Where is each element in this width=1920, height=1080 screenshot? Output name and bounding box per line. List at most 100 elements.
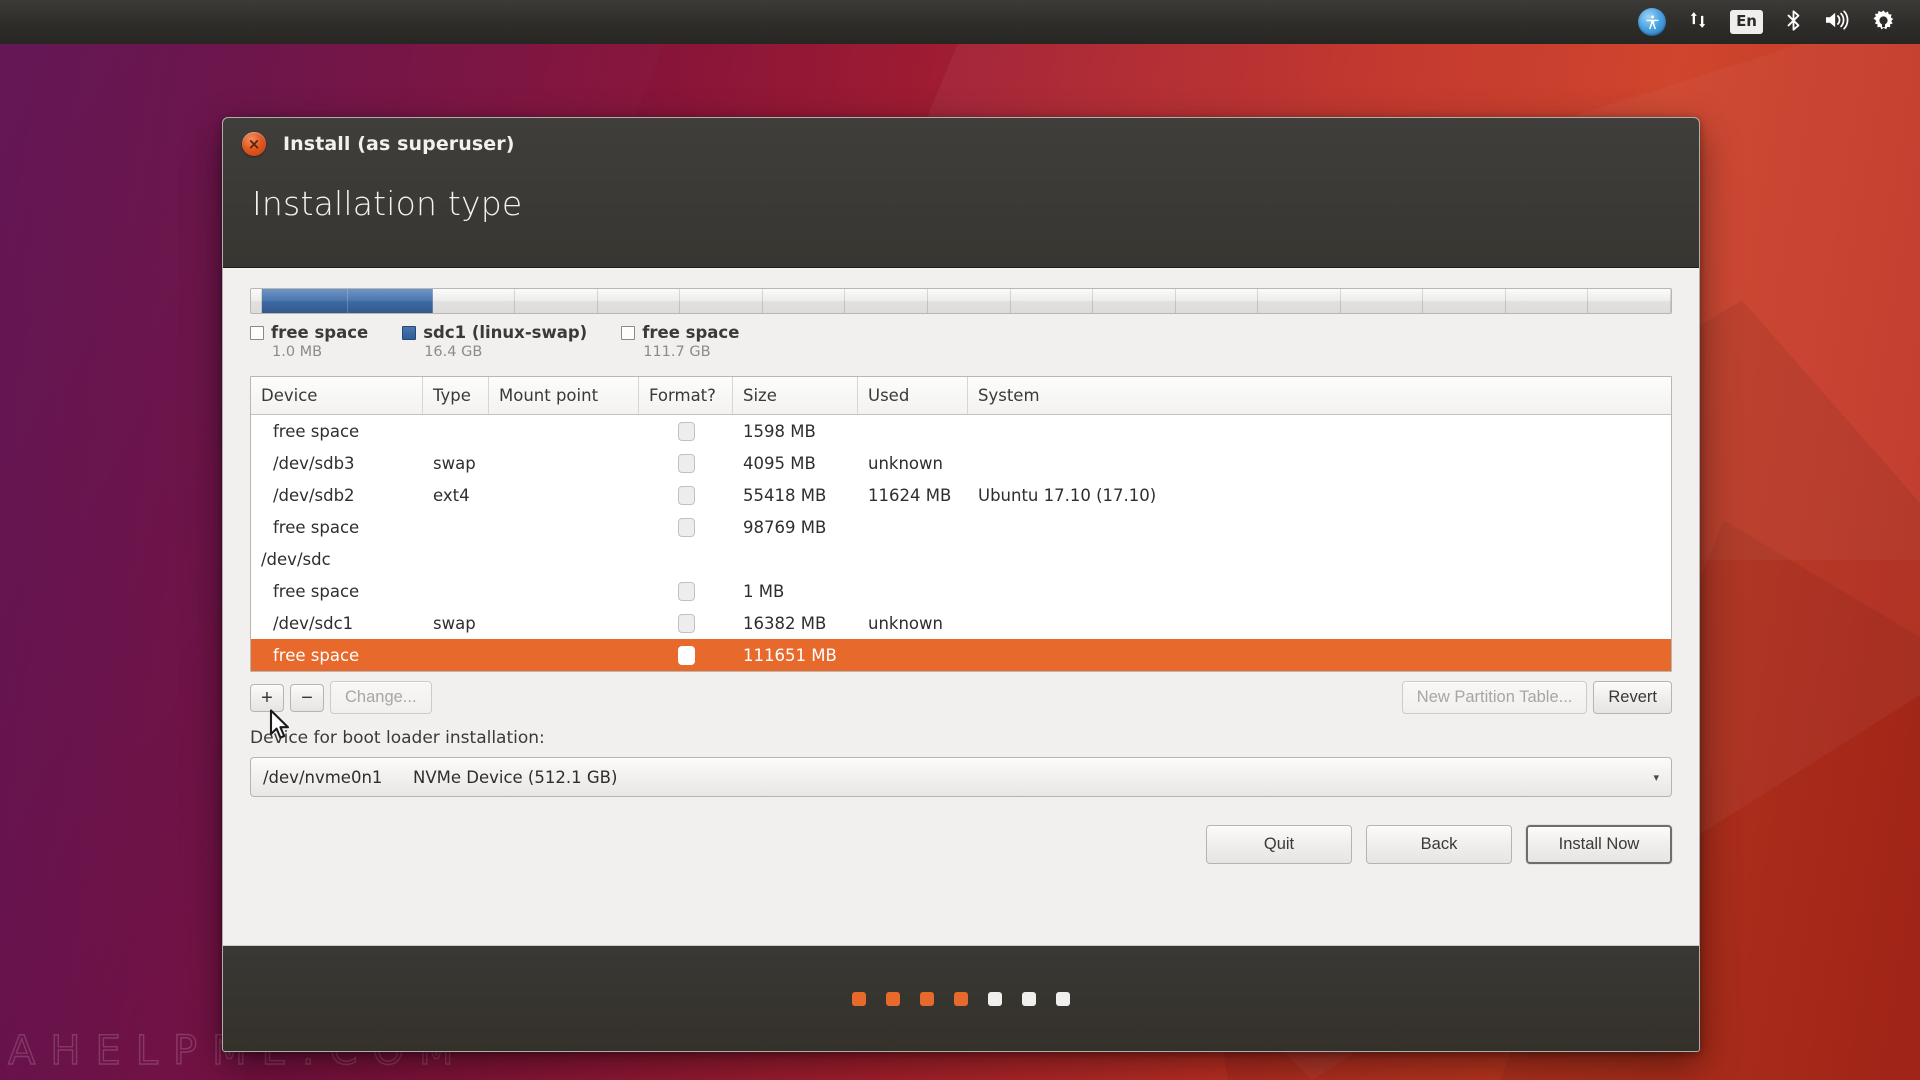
format-checkbox-cell	[639, 543, 733, 575]
progress-dot	[988, 991, 1002, 1006]
format-checkbox[interactable]	[677, 581, 695, 601]
action-row: Quit Back Install Now	[250, 825, 1672, 864]
partition-bar-tick	[348, 289, 433, 313]
partition-table: Device Type Mount point Format? Size Use…	[250, 376, 1672, 672]
progress-dot	[954, 991, 968, 1006]
cell-device: /dev/sdb3	[273, 453, 355, 473]
bootloader-device-select[interactable]: /dev/nvme0n1 NVMe Device (512.1 GB) ▾	[250, 757, 1672, 797]
cell-size: 1598 MB	[743, 421, 816, 441]
cell-type	[423, 575, 489, 607]
desktop: AHELPME.COM En	[0, 0, 1920, 1080]
bootloader-device-path: /dev/nvme0n1	[263, 767, 383, 787]
cell-system	[968, 511, 1671, 543]
gear-icon	[1872, 9, 1895, 36]
cell-size: 55418 MB	[743, 485, 827, 505]
window-footer	[223, 946, 1699, 1051]
partition-bar-tick	[1423, 289, 1506, 313]
format-checkbox-cell	[639, 511, 733, 543]
cell-mount	[489, 415, 639, 447]
format-checkbox-cell	[639, 415, 733, 447]
system-settings-indicator[interactable]	[1861, 0, 1906, 44]
partition-legend-label: sdc1 (linux-swap)	[423, 323, 588, 342]
partition-bar-tick	[515, 289, 598, 313]
cell-system	[968, 415, 1671, 447]
revert-button[interactable]: Revert	[1593, 681, 1672, 714]
install-now-button[interactable]: Install Now	[1526, 825, 1672, 864]
cell-used	[858, 575, 968, 607]
table-row[interactable]: free space 98769 MB	[251, 511, 1671, 543]
partition-legend-label: free space	[642, 323, 740, 342]
cell-size: 1 MB	[743, 581, 785, 601]
table-row[interactable]: /dev/sdb3 swap 4095 MB unknown	[251, 447, 1671, 479]
close-icon[interactable]: ×	[242, 132, 266, 156]
table-row[interactable]: free space 1598 MB	[251, 415, 1671, 447]
cell-used	[858, 639, 968, 671]
back-button[interactable]: Back	[1366, 825, 1512, 864]
cell-mount	[489, 543, 639, 575]
partition-bar-tick	[1258, 289, 1341, 313]
cell-system	[968, 607, 1671, 639]
cell-size: 16382 MB	[743, 613, 827, 633]
partition-legend-item: free space 1.0 MB	[250, 323, 368, 360]
cell-mount	[489, 607, 639, 639]
keyboard-layout-indicator[interactable]: En	[1719, 0, 1774, 44]
format-checkbox[interactable]	[677, 645, 695, 665]
partition-table-header: Device Type Mount point Format? Size Use…	[251, 377, 1671, 415]
bluetooth-indicator[interactable]	[1774, 0, 1813, 44]
quit-button[interactable]: Quit	[1206, 825, 1352, 864]
cell-type: swap	[433, 613, 476, 633]
cell-type: ext4	[433, 485, 470, 505]
bluetooth-icon	[1785, 9, 1802, 36]
partition-bar-tick	[928, 289, 1011, 313]
cell-system: Ubuntu 17.10 (17.10)	[978, 485, 1157, 505]
partition-bar-tick	[251, 289, 263, 313]
partition-bar-tick	[1341, 289, 1424, 313]
table-row[interactable]: /dev/sdb2 ext4 55418 MB 11624 MB Ubuntu 17.1…	[251, 479, 1671, 511]
new-partition-table-button[interactable]: New Partition Table...	[1401, 681, 1588, 714]
format-checkbox[interactable]	[677, 613, 695, 633]
chevron-down-icon: ▾	[1653, 770, 1659, 784]
partition-bar-tick	[1506, 289, 1589, 313]
table-row[interactable]: free space 1 MB	[251, 575, 1671, 607]
column-header-mount-point: Mount point	[489, 377, 639, 414]
change-partition-button[interactable]: Change...	[330, 681, 432, 714]
format-checkbox-cell	[639, 575, 733, 607]
cell-used: unknown	[868, 613, 943, 633]
partition-bar-tick	[433, 289, 516, 313]
remove-partition-button[interactable]: −	[290, 683, 324, 712]
cell-device: free space	[273, 581, 360, 601]
partition-bar-tick	[845, 289, 929, 313]
partition-legend-item: sdc1 (linux-swap) 16.4 GB	[402, 323, 587, 360]
partition-bar-tick	[1588, 289, 1671, 313]
cell-type	[423, 639, 489, 671]
network-indicator[interactable]	[1677, 0, 1719, 44]
table-row[interactable]: /dev/sdc1 swap 16382 MB unknown	[251, 607, 1671, 639]
table-row[interactable]: /dev/sdc	[251, 543, 1671, 575]
cell-device: free space	[273, 421, 360, 441]
toolbar-right-group: New Partition Table... Revert	[1401, 681, 1672, 714]
partition-legend-swatch	[250, 325, 264, 340]
partition-legend-label: free space	[271, 323, 369, 342]
column-header-size: Size	[733, 377, 858, 414]
add-partition-button[interactable]: +	[250, 683, 284, 712]
cell-type	[423, 511, 489, 543]
accessibility-indicator[interactable]	[1627, 0, 1677, 44]
cell-device: /dev/sdc	[261, 549, 331, 569]
partition-bar-tick	[262, 289, 348, 313]
partition-legend-swatch	[402, 325, 417, 340]
window-body: free space 1.0 MB sdc1 (linux-swap) 16.4 GB…	[223, 268, 1699, 946]
partition-legend-top: free space	[621, 323, 739, 342]
cell-device: free space	[273, 645, 360, 665]
table-row[interactable]: free space 111651 MB	[251, 639, 1671, 671]
format-checkbox[interactable]	[677, 453, 695, 473]
volume-indicator[interactable]	[1813, 0, 1861, 44]
format-checkbox[interactable]	[677, 421, 695, 441]
partition-bar-tick	[680, 289, 763, 313]
format-checkbox[interactable]	[677, 517, 695, 537]
partition-legend: free space 1.0 MB sdc1 (linux-swap) 16.4 GB…	[250, 323, 1672, 360]
cell-mount	[489, 575, 639, 607]
progress-dot	[852, 991, 866, 1006]
titlebar: × Install (as superuser)	[223, 118, 1699, 170]
format-checkbox[interactable]	[677, 485, 695, 505]
format-checkbox-cell	[639, 607, 733, 639]
